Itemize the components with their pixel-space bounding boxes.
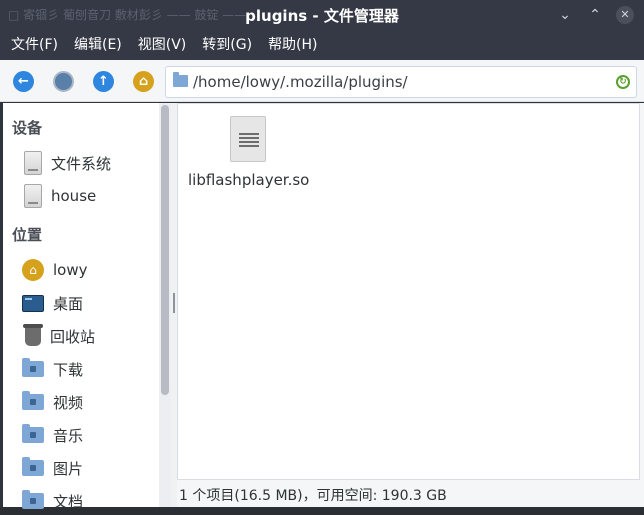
location-path[interactable]: /home/lowy/.mozilla/plugins/ [193, 73, 408, 91]
download-folder-icon [22, 358, 44, 377]
sidebar-heading-devices: 设备 [12, 119, 43, 137]
file-name: libflashplayer.so [188, 171, 310, 189]
file-item[interactable]: libflashplayer.so [188, 116, 310, 189]
file-manager-window: □ 寄锢彡 葡刨音刀 敷材彭彡 —— 鼓锭 —— plugins - 文件管理器… [0, 0, 644, 511]
location-bar[interactable]: /home/lowy/.mozilla/plugins/ ↻ [165, 66, 637, 98]
refresh-icon[interactable]: ↻ [616, 75, 630, 89]
sidebar-item-label: 桌面 [53, 294, 84, 313]
right-edge [640, 103, 644, 480]
sidebar-item-music[interactable]: 音乐 [22, 421, 158, 449]
status-text: 1 个项目(16.5 MB)，可用空间: 190.3 GB [179, 488, 447, 504]
menu-edit[interactable]: 编辑(E) [66, 30, 130, 60]
sidebar-item-pictures[interactable]: 图片 [22, 454, 158, 482]
up-button[interactable]: ↑ [93, 71, 114, 92]
folder-icon [173, 72, 188, 87]
menubar: 文件(F) 编辑(E) 视图(V) 转到(G) 帮助(H) [0, 30, 644, 60]
home-button[interactable]: ⌂ [133, 71, 154, 92]
sidebar-scrollbar[interactable] [159, 103, 171, 507]
minimize-button[interactable]: ⌄ [556, 6, 574, 24]
menu-view[interactable]: 视图(V) [130, 30, 195, 60]
sidebar-item-documents[interactable]: 文档 [22, 487, 158, 515]
toolbar: ← ↑ ⌂ /home/lowy/.mozilla/plugins/ ↻ [0, 60, 644, 102]
maximize-button[interactable]: ⌃ [586, 6, 604, 24]
sidebar-item-label: 文件系统 [51, 154, 112, 173]
music-folder-icon [22, 424, 44, 443]
drive-icon [24, 184, 42, 208]
shared-library-file-icon [230, 116, 266, 162]
sidebar-item-downloads[interactable]: 下载 [22, 355, 158, 383]
arrow-up-icon: ↑ [98, 74, 109, 89]
sidebar-item-label: 视频 [53, 393, 84, 412]
sidebar-item-label: 文档 [53, 492, 84, 511]
close-button[interactable]: ✕ [616, 6, 634, 24]
sidebar-item-desktop[interactable]: 桌面 [22, 289, 158, 317]
back-button[interactable]: ← [13, 71, 34, 92]
home-icon: ⌂ [138, 74, 149, 89]
sidebar-item-label: lowy [53, 261, 88, 279]
pane-grip [173, 293, 175, 313]
sidebar-item-label: 图片 [53, 459, 84, 478]
sidebar-item-label: 下载 [53, 360, 84, 379]
home-folder-icon: ⌂ [22, 259, 44, 281]
menu-go[interactable]: 转到(G) [194, 30, 260, 60]
drive-icon [24, 151, 42, 175]
arrow-left-icon: ← [18, 74, 29, 89]
sidebar-item-videos[interactable]: 视频 [22, 388, 158, 416]
forward-button[interactable] [53, 71, 74, 92]
sidebar-item-trash[interactable]: 回收站 [22, 322, 158, 350]
window-controls: ⌄ ⌃ ✕ [556, 6, 634, 24]
sidebar: 设备 文件系统 house 位置 ⌂ lowy 桌面 回收站 下载 视频 音乐 … [3, 103, 171, 511]
sidebar-item-house[interactable]: house [22, 182, 158, 210]
sidebar-item-label: house [51, 187, 97, 205]
desktop-icon [22, 294, 44, 312]
menu-file[interactable]: 文件(F) [3, 30, 66, 60]
sidebar-scrollbar-thumb[interactable] [161, 105, 169, 395]
titlebar[interactable]: □ 寄锢彡 葡刨音刀 敷材彭彡 —— 鼓锭 —— plugins - 文件管理器… [0, 0, 644, 30]
menu-help[interactable]: 帮助(H) [260, 30, 325, 60]
sidebar-item-label: 音乐 [53, 426, 84, 445]
statusbar: 1 个项目(16.5 MB)，可用空间: 190.3 GB [177, 480, 644, 507]
pictures-folder-icon [22, 457, 44, 476]
sidebar-heading-places: 位置 [12, 226, 43, 244]
sidebar-item-lowy[interactable]: ⌂ lowy [22, 256, 158, 284]
file-view[interactable]: libflashplayer.so [177, 103, 640, 480]
sidebar-item-label: 回收站 [50, 327, 96, 346]
sidebar-item-filesystem[interactable]: 文件系统 [22, 149, 158, 177]
video-folder-icon [22, 391, 44, 410]
window-title: plugins - 文件管理器 [245, 7, 399, 25]
trash-icon [23, 324, 43, 346]
